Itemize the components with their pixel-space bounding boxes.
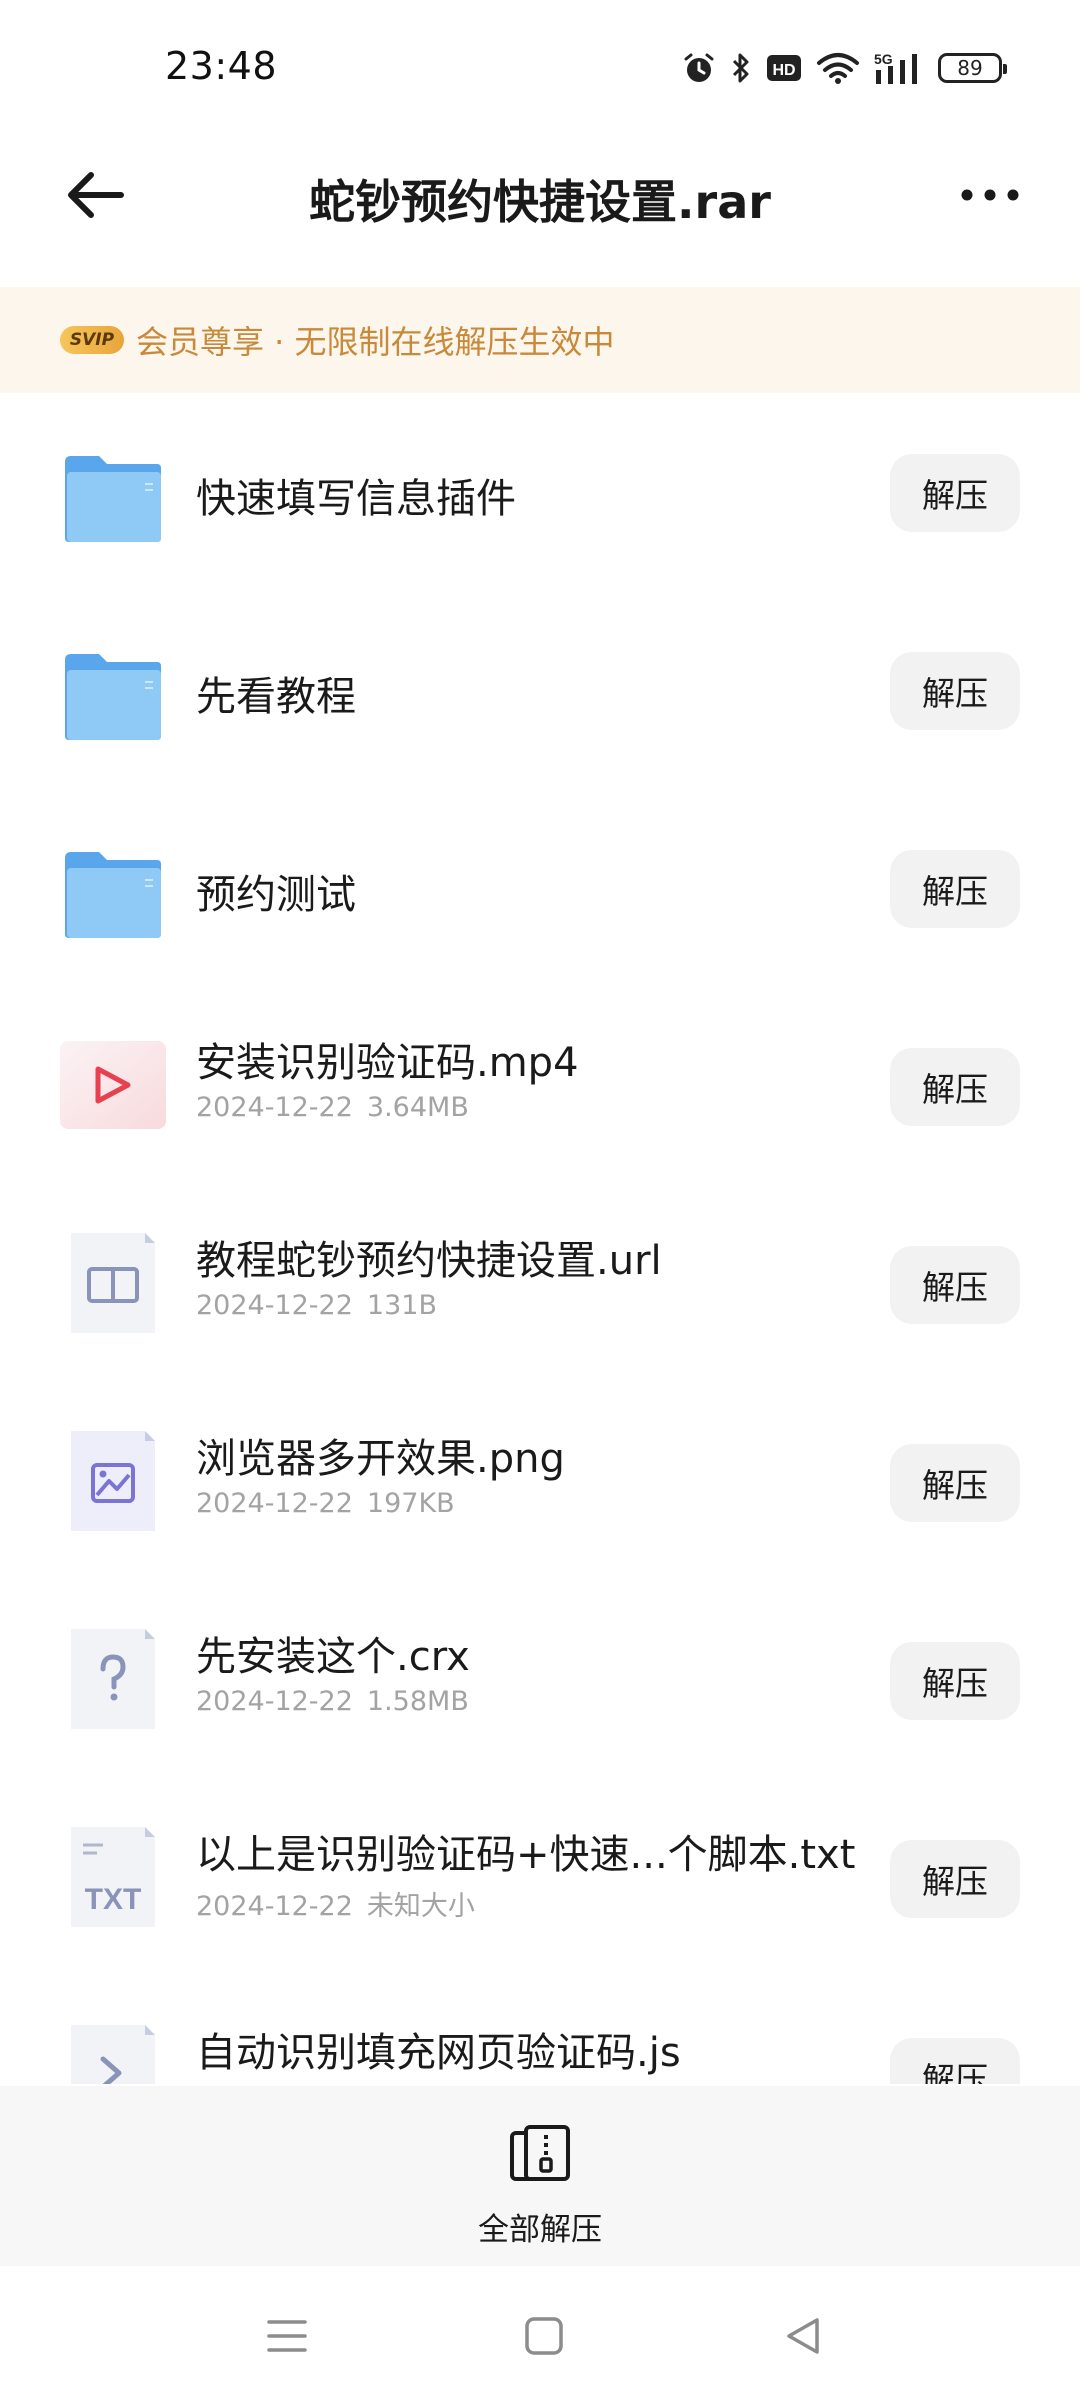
alarm-icon — [682, 51, 716, 85]
file-name: 浏览器多开效果.png — [196, 1436, 565, 1482]
svip-badge: SVIP — [60, 326, 124, 354]
extract-button[interactable]: 解压 — [890, 1246, 1020, 1324]
file-meta: 2024-12-22 未知大小 — [196, 1884, 475, 1923]
menu-button[interactable] — [257, 2308, 317, 2364]
script-file-icon — [58, 2020, 168, 2084]
page-title: 蛇钞预约快捷设置.rar — [309, 175, 771, 229]
5g-signal-icon: 5G — [874, 50, 924, 86]
status-bar: 23:48 HD 5G 89 — [0, 0, 1080, 130]
vip-banner-text: 会员尊享 · 无限制在线解压生效中 — [136, 323, 615, 361]
bluetooth-icon — [730, 51, 752, 85]
extract-button[interactable]: 解压 — [890, 1048, 1020, 1126]
system-back-button[interactable] — [773, 2308, 833, 2364]
more-button[interactable] — [950, 160, 1030, 230]
folder-icon — [58, 444, 168, 554]
system-nav-bar — [0, 2268, 1080, 2400]
file-name: 先看教程 — [196, 674, 356, 720]
file-name: 安装识别验证码.mp4 — [196, 1040, 579, 1086]
home-square-icon — [525, 2317, 563, 2355]
list-item[interactable]: 先安装这个.crx 2024-12-22 1.58MB 解压 — [0, 1582, 1080, 1780]
wifi-icon — [816, 51, 860, 85]
battery-icon: 89 — [938, 53, 1007, 83]
file-size: 197KB — [366, 1488, 455, 1519]
back-triangle-icon — [787, 2318, 819, 2354]
file-size: 3.64MB — [366, 1092, 469, 1123]
hd-label: HD — [772, 62, 795, 79]
url-file-icon — [58, 1228, 168, 1338]
status-icons: HD 5G 89 — [682, 48, 1007, 88]
vip-banner[interactable]: SVIP 会员尊享 · 无限制在线解压生效中 — [0, 287, 1080, 393]
file-meta: 2024-12-22 1.58MB — [196, 1686, 469, 1717]
file-size: 未知大小 — [366, 1891, 475, 1922]
header: 蛇钞预约快捷设置.rar — [0, 130, 1080, 270]
list-item[interactable]: 自动识别填充网页验证码.js 解压 — [0, 1978, 1080, 2084]
menu-icon — [267, 2320, 307, 2352]
list-item[interactable]: 教程蛇钞预约快捷设置.url 2024-12-22 131B 解压 — [0, 1186, 1080, 1384]
list-item[interactable]: 先看教程 解压 — [0, 592, 1080, 790]
file-name: 预约测试 — [196, 872, 356, 918]
folder-icon — [58, 642, 168, 752]
list-item[interactable]: 浏览器多开效果.png 2024-12-22 197KB 解压 — [0, 1384, 1080, 1582]
extract-button[interactable]: 解压 — [890, 1840, 1020, 1918]
home-button[interactable] — [514, 2308, 574, 2364]
image-file-icon — [58, 1426, 168, 1536]
extract-button[interactable]: 解压 — [890, 2038, 1020, 2084]
extract-button[interactable]: 解压 — [890, 850, 1020, 928]
file-meta: 2024-12-22 131B — [196, 1290, 437, 1321]
list-item[interactable]: 安装识别验证码.mp4 2024-12-22 3.64MB 解压 — [0, 988, 1080, 1186]
file-list[interactable]: 快速填写信息插件 解压 先看教程 解压 预约测试 解压 安装识别验证码.mp4 … — [0, 394, 1080, 2084]
extract-button[interactable]: 解压 — [890, 1642, 1020, 1720]
file-size: 131B — [366, 1290, 437, 1321]
svg-text:TXT: TXT — [85, 1883, 142, 1916]
zip-archive-icon — [505, 2120, 575, 2190]
extract-button[interactable]: 解压 — [890, 454, 1020, 532]
file-date: 2024-12-22 — [196, 1488, 353, 1519]
more-dots-icon — [961, 189, 1019, 201]
extract-all-button[interactable]: 全部解压 — [440, 2086, 640, 2266]
battery-level: 89 — [957, 56, 983, 80]
unknown-file-icon — [58, 1624, 168, 1734]
bottom-action-bar: 全部解压 — [0, 2086, 1080, 2266]
network-label: 5G — [874, 51, 893, 67]
file-size: 1.58MB — [366, 1686, 469, 1717]
file-name: 以上是识别验证码+快速...个脚本.txt — [196, 1832, 856, 1878]
file-meta: 2024-12-22 197KB — [196, 1488, 455, 1519]
extract-button[interactable]: 解压 — [890, 652, 1020, 730]
list-item[interactable]: 快速填写信息插件 解压 — [0, 394, 1080, 592]
file-name: 教程蛇钞预约快捷设置.url — [196, 1238, 662, 1284]
list-item[interactable]: 预约测试 解压 — [0, 790, 1080, 988]
status-time: 23:48 — [165, 44, 278, 88]
file-date: 2024-12-22 — [196, 1290, 353, 1321]
file-date: 2024-12-22 — [196, 1686, 353, 1717]
txt-file-icon: TXT — [58, 1822, 168, 1932]
video-file-icon — [58, 1030, 168, 1140]
extract-all-label: 全部解压 — [478, 2212, 602, 2248]
file-meta: 2024-12-22 3.64MB — [196, 1092, 469, 1123]
list-item[interactable]: TXT 以上是识别验证码+快速...个脚本.txt 2024-12-22 未知大小… — [0, 1780, 1080, 1978]
back-button[interactable] — [60, 160, 130, 230]
arrow-left-icon — [68, 172, 124, 218]
file-date: 2024-12-22 — [196, 1891, 353, 1922]
file-name: 快速填写信息插件 — [196, 476, 516, 522]
file-name: 先安装这个.crx — [196, 1634, 470, 1680]
file-name: 自动识别填充网页验证码.js — [196, 2030, 681, 2076]
extract-button[interactable]: 解压 — [890, 1444, 1020, 1522]
file-date: 2024-12-22 — [196, 1092, 353, 1123]
folder-icon — [58, 840, 168, 950]
hd-icon: HD — [766, 53, 802, 83]
